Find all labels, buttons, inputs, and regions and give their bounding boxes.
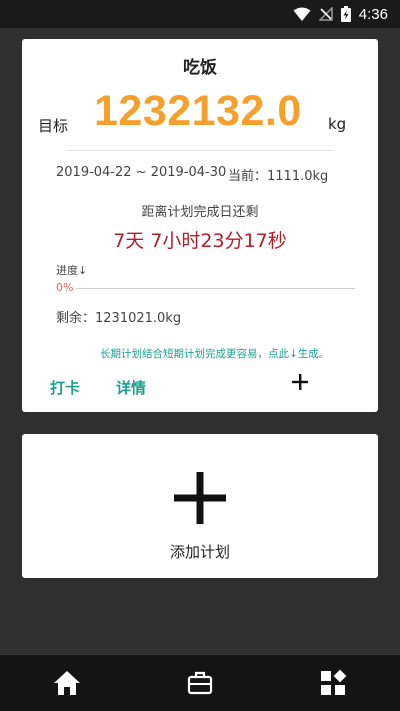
progress-label: 进度↓ bbox=[56, 264, 88, 277]
add-plan-card[interactable]: 添加计划 bbox=[22, 434, 378, 578]
current-value: 当前：1111.0kg bbox=[228, 169, 329, 184]
progress-track bbox=[76, 288, 355, 289]
short-plan-hint-link[interactable]: 长期计划结合短期计划完成更容易，点此↓生成。 bbox=[100, 346, 329, 361]
divider bbox=[66, 150, 334, 151]
home-icon[interactable] bbox=[53, 669, 81, 697]
bottom-nav bbox=[0, 655, 400, 711]
no-signal-icon bbox=[318, 7, 333, 21]
plan-card[interactable]: 吃饭 目标 1232132.0 kg 2019-04-22 ~ 2019-04-… bbox=[22, 39, 378, 412]
status-time: 4:36 bbox=[358, 5, 388, 23]
date-range: 2019-04-22 ~ 2019-04-30 bbox=[56, 165, 227, 180]
countdown-label: 距离计划完成日还剩 bbox=[141, 205, 259, 220]
remaining-value: 剩余：1231021.0kg bbox=[56, 311, 182, 326]
briefcase-icon[interactable] bbox=[186, 669, 214, 697]
status-bar: 4:36 bbox=[0, 0, 400, 28]
progress-percent: 0% bbox=[56, 281, 74, 294]
goal-label: 目标 bbox=[38, 117, 69, 135]
checkin-button[interactable]: 打卡 bbox=[50, 377, 80, 398]
detail-button[interactable]: 详情 bbox=[116, 377, 146, 398]
goal-value: 1232132.0 bbox=[94, 87, 302, 135]
wifi-icon bbox=[293, 7, 311, 21]
widgets-icon[interactable] bbox=[319, 669, 347, 697]
status-icons: 4:36 bbox=[293, 4, 388, 24]
countdown-value: 7天 7小时23分17秒 bbox=[113, 230, 287, 252]
add-plan-label[interactable]: 添加计划 bbox=[22, 541, 378, 562]
plus-icon[interactable] bbox=[172, 470, 228, 526]
plus-icon[interactable] bbox=[290, 372, 310, 392]
battery-charging-icon bbox=[340, 6, 351, 22]
goal-unit: kg bbox=[328, 115, 347, 133]
plan-title: 吃饭 bbox=[183, 58, 217, 78]
